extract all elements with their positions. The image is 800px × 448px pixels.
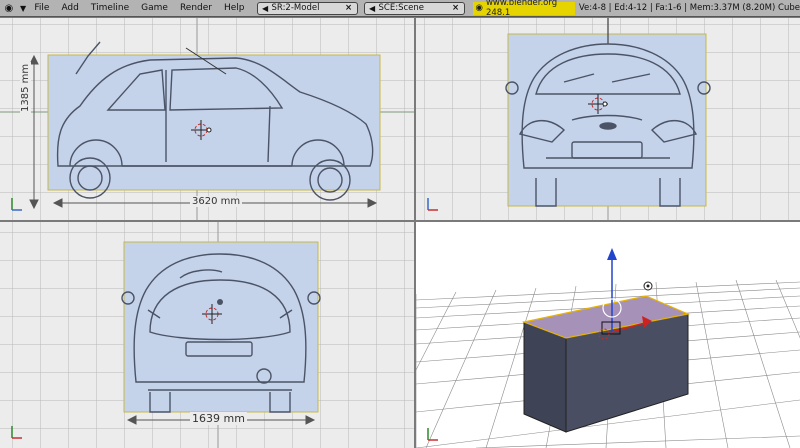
- scene-close-icon[interactable]: ×: [451, 3, 461, 13]
- viewport-front[interactable]: [416, 18, 800, 220]
- viewport-top[interactable]: 1639 mm: [0, 222, 414, 448]
- menu-game[interactable]: Game: [135, 3, 174, 13]
- menu-add[interactable]: Add: [55, 3, 84, 13]
- menu-help[interactable]: Help: [218, 3, 251, 13]
- top-blueprint-image: [123, 241, 319, 413]
- scene-name-field[interactable]: SCE:Scene: [377, 3, 451, 13]
- menu-render[interactable]: Render: [174, 3, 218, 13]
- side-height-label: 1385 mm: [20, 61, 31, 114]
- scene-stats: Ve:4-8 | Ed:4-12 | Fa:1-6 | Mem:3.37M (8…: [578, 3, 800, 13]
- scene-browse-icon[interactable]: ◀: [368, 4, 377, 13]
- blender-site-version: ◉ www.blender.org 248.1: [472, 0, 575, 18]
- perspective-canvas: [416, 222, 800, 448]
- top-width-label: 1639 mm: [190, 412, 247, 425]
- blender-logo-icon[interactable]: ◉: [0, 0, 18, 17]
- screen-name-field[interactable]: SR:2-Model: [270, 3, 344, 13]
- header-bar: ◉ ▼ File Add Timeline Game Render Help ◀…: [0, 0, 800, 18]
- menu-file[interactable]: File: [28, 3, 55, 13]
- screen-browse-icon[interactable]: ◀: [261, 4, 270, 13]
- screen-close-icon[interactable]: ×: [344, 3, 354, 13]
- front-view-canvas: [416, 18, 800, 220]
- side-view-canvas: [0, 18, 414, 220]
- viewport-side[interactable]: 1385 mm 3620 mm: [0, 18, 414, 220]
- side-length-label: 3620 mm: [190, 196, 243, 207]
- viewport-perspective[interactable]: [416, 222, 800, 448]
- screen-selector[interactable]: ◀ SR:2-Model ×: [256, 1, 358, 15]
- scene-selector[interactable]: ◀ SCE:Scene ×: [363, 1, 465, 15]
- header-collapse-icon[interactable]: ▼: [18, 4, 29, 13]
- site-version-text: www.blender.org 248.1: [485, 0, 558, 18]
- blender-mini-icon: ◉: [475, 3, 483, 13]
- menu-timeline[interactable]: Timeline: [85, 3, 135, 13]
